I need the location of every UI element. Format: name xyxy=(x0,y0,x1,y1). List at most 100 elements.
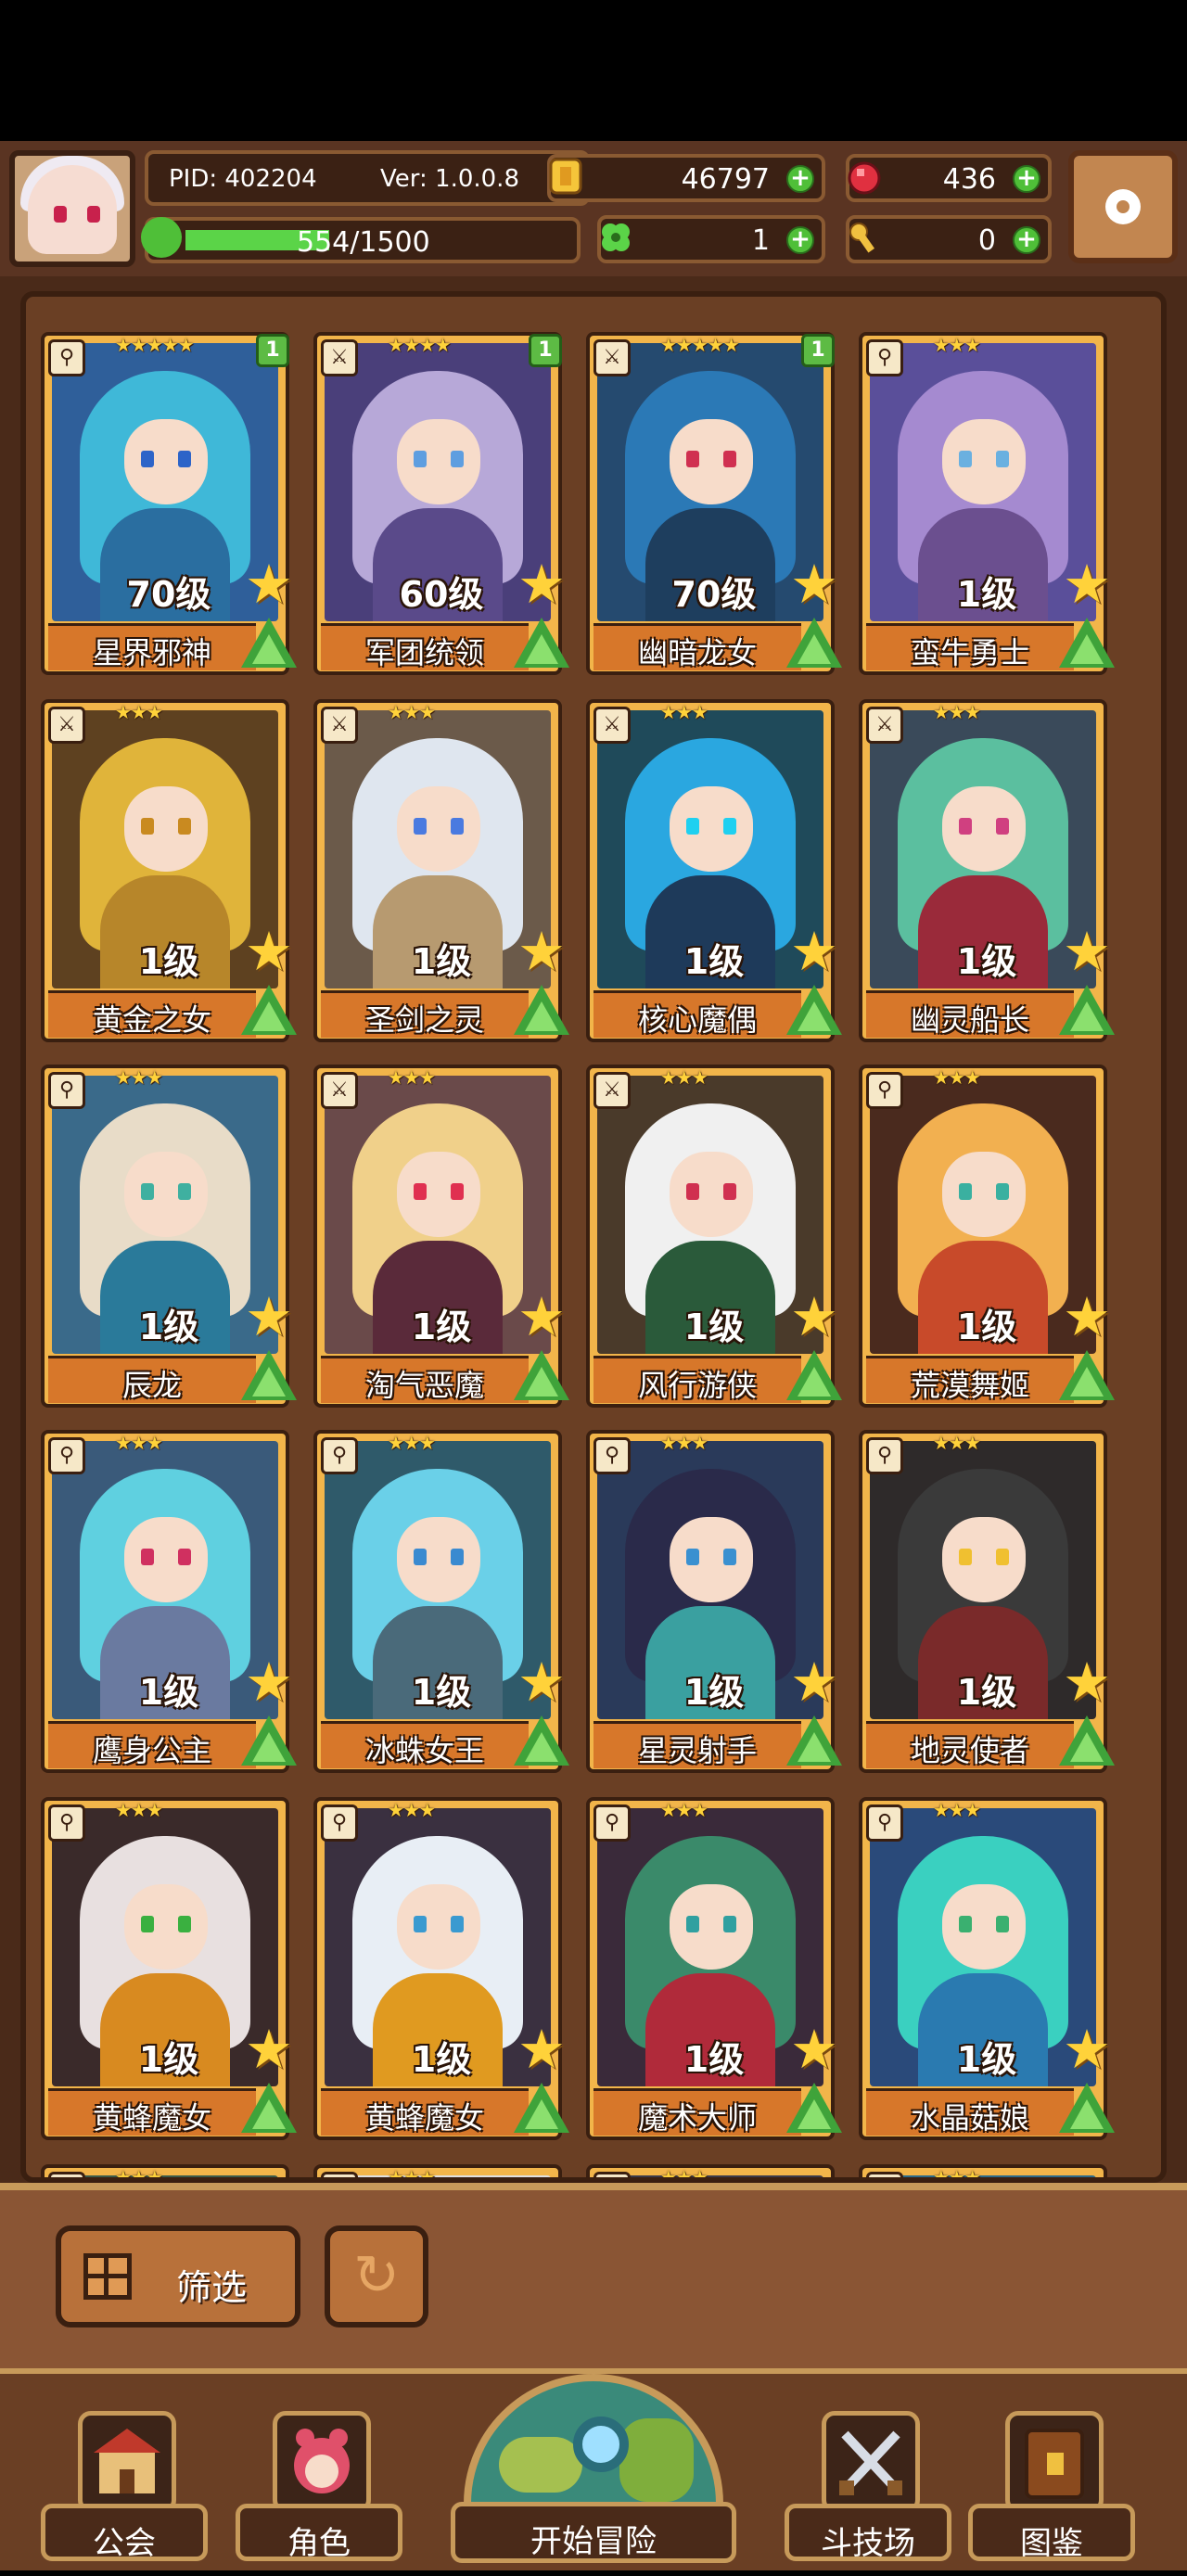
star-upgrade-icon[interactable]: ★ xyxy=(516,1655,568,1709)
star-upgrade-icon[interactable]: ★ xyxy=(243,557,295,611)
star-upgrade-icon[interactable]: ★ xyxy=(788,1290,840,1344)
star-upgrade-icon[interactable]: ★ xyxy=(1061,1290,1113,1344)
upgrade-arrow-icon[interactable] xyxy=(1059,985,1115,1035)
character-card[interactable]: ⚔ ★★★ 1级 圣剑之灵 ★ xyxy=(313,699,569,1042)
star-upgrade-icon[interactable]: ★ xyxy=(516,2022,568,2076)
upgrade-arrow-icon[interactable] xyxy=(786,2083,842,2133)
character-card-partial[interactable]: ⚲ ★★★ xyxy=(41,2164,289,2177)
coin-counter: 46797 + xyxy=(547,154,825,202)
add-coins-button[interactable]: + xyxy=(786,165,814,193)
star-upgrade-icon[interactable]: ★ xyxy=(516,557,568,611)
upgrade-arrow-icon[interactable] xyxy=(241,1715,297,1766)
coin-value: 46797 xyxy=(681,163,770,196)
upgrade-arrow-icon[interactable] xyxy=(241,985,297,1035)
star-upgrade-icon[interactable]: ★ xyxy=(788,2022,840,2076)
character-card[interactable]: ⚲ ★★★ 1级 冰蛛女王 ★ xyxy=(313,1430,569,1773)
upgrade-arrow-icon[interactable] xyxy=(786,1350,842,1400)
upgrade-arrow-icon[interactable] xyxy=(786,618,842,668)
portrait-eye xyxy=(723,1916,736,1932)
rarity-stars: ★★★ xyxy=(933,1066,981,1089)
filter-button[interactable]: 筛选 xyxy=(56,2225,300,2327)
upgrade-arrow-icon[interactable] xyxy=(514,2083,569,2133)
character-card[interactable]: ⚲ ★★★ 1级 魔术大师 ★ xyxy=(586,1797,842,2140)
portrait-face xyxy=(670,419,753,504)
upgrade-arrow-icon[interactable] xyxy=(241,2083,297,2133)
character-card[interactable]: ⚲ ★★★ 1级 黄蜂魔女 ★ xyxy=(41,1797,297,2140)
roster-grid[interactable]: ⚲ ★★★★★ 1 70级 星界邪神 ★ ⚔ ★★★★ 1 60级 军团统领 ★ ⚔ ★★★★★ 1 70级幽… xyxy=(20,291,1167,2183)
upgrade-arrow-icon[interactable] xyxy=(1059,2083,1115,2133)
character-card[interactable]: ⚲ ★★★★★ 1 70级 星界邪神 ★ xyxy=(41,332,297,675)
upgrade-arrow-icon[interactable] xyxy=(786,1715,842,1766)
player-avatar[interactable] xyxy=(9,150,135,267)
character-card-partial[interactable]: ⚲ ★★★ xyxy=(859,2164,1107,2177)
ruby-icon xyxy=(848,161,881,195)
character-portrait xyxy=(52,2175,278,2177)
star-upgrade-icon[interactable]: ★ xyxy=(1061,1655,1113,1709)
character-card[interactable]: ⚲ ★★★ 1级 黄蜂魔女 ★ xyxy=(313,1797,569,2140)
star-upgrade-icon[interactable]: ★ xyxy=(243,2022,295,2076)
nav-tab-codex[interactable]: 图鉴 xyxy=(968,2411,1135,2569)
name-plate: 辰龙 xyxy=(48,1356,256,1403)
refresh-button[interactable]: ↻ xyxy=(325,2225,428,2327)
character-card[interactable]: ⚔ ★★★ 1级 风行游侠 ★ xyxy=(586,1065,842,1408)
star-upgrade-icon[interactable]: ★ xyxy=(788,1655,840,1709)
character-card[interactable]: ⚔ ★★★★★ 1 70级 幽暗龙女 ★ xyxy=(586,332,842,675)
star-upgrade-icon[interactable]: ★ xyxy=(243,1655,295,1709)
star-upgrade-icon[interactable]: ★ xyxy=(516,925,568,978)
start-adventure-button[interactable]: 开始冒险 xyxy=(451,2374,736,2576)
bottom-navigation: 公会 角色 开始冒险 斗技场 图鉴 xyxy=(0,2368,1187,2570)
portrait-face xyxy=(670,1152,753,1237)
upgrade-arrow-icon[interactable] xyxy=(1059,1715,1115,1766)
upgrade-arrow-icon[interactable] xyxy=(241,1350,297,1400)
character-card[interactable]: ⚲ ★★★ 1级 地灵使者 ★ xyxy=(859,1430,1115,1773)
character-card[interactable]: ⚔ ★★★★ 1 60级 军团统领 ★ xyxy=(313,332,569,675)
upgrade-arrow-icon[interactable] xyxy=(514,1350,569,1400)
star-upgrade-icon[interactable]: ★ xyxy=(243,925,295,978)
upgrade-arrow-icon[interactable] xyxy=(1059,1350,1115,1400)
star-upgrade-icon[interactable]: ★ xyxy=(1061,925,1113,978)
star-upgrade-icon[interactable]: ★ xyxy=(1061,2022,1113,2076)
upgrade-arrow-icon[interactable] xyxy=(514,985,569,1035)
character-card-partial[interactable]: ⚲ ★★★ xyxy=(586,2164,835,2177)
character-name: 荒漠舞姬 xyxy=(910,1368,1029,1403)
character-card[interactable]: ⚲ ★★★ 1级 星灵射手 ★ xyxy=(586,1430,842,1773)
character-card[interactable]: ⚲ ★★★ 1级 鹰身公主 ★ xyxy=(41,1430,297,1773)
character-card[interactable]: ⚲ ★★★ 1级 蛮牛勇士 ★ xyxy=(859,332,1115,675)
add-keys-button[interactable]: + xyxy=(1013,226,1040,254)
character-card[interactable]: ⚲ ★★★ 1级 水晶菇娘 ★ xyxy=(859,1797,1115,2140)
character-name: 魔术大师 xyxy=(637,2100,757,2136)
portrait-eye xyxy=(686,451,699,467)
add-clovers-button[interactable]: + xyxy=(786,226,814,254)
nav-tab-characters[interactable]: 角色 xyxy=(236,2411,402,2569)
star-upgrade-icon[interactable]: ★ xyxy=(1061,557,1113,611)
character-card[interactable]: ⚔ ★★★ 1级 幽灵船长 ★ xyxy=(859,699,1115,1042)
portrait-eye xyxy=(686,1183,699,1200)
name-plate: 星灵射手 xyxy=(594,1721,801,1768)
player-info-panel: PID: 402204 Ver: 1.0.0.8 xyxy=(145,150,590,206)
weapon-type-icon: ⚔ xyxy=(321,1072,358,1109)
upgrade-arrow-icon[interactable] xyxy=(1059,618,1115,668)
star-upgrade-icon[interactable]: ★ xyxy=(788,557,840,611)
rarity-stars: ★★★ xyxy=(388,1432,436,1454)
settings-button[interactable] xyxy=(1068,150,1178,263)
character-card-partial[interactable]: ⚲ ★★★ xyxy=(313,2164,562,2177)
character-card[interactable]: ⚔ ★★★ 1级 黄金之女 ★ xyxy=(41,699,297,1042)
upgrade-arrow-icon[interactable] xyxy=(514,618,569,668)
nav-tab-arena[interactable]: 斗技场 xyxy=(785,2411,951,2569)
star-upgrade-icon[interactable]: ★ xyxy=(788,925,840,978)
portrait-face xyxy=(942,1152,1026,1237)
upgrade-arrow-icon[interactable] xyxy=(514,1715,569,1766)
character-card[interactable]: ⚔ ★★★ 1级 核心魔偶 ★ xyxy=(586,699,842,1042)
upgrade-arrow-icon[interactable] xyxy=(786,985,842,1035)
star-upgrade-icon[interactable]: ★ xyxy=(516,1290,568,1344)
character-card[interactable]: ⚲ ★★★ 1级 荒漠舞姬 ★ xyxy=(859,1065,1115,1408)
star-upgrade-icon[interactable]: ★ xyxy=(243,1290,295,1344)
name-plate: 幽灵船长 xyxy=(866,990,1074,1038)
character-card[interactable]: ⚲ ★★★ 1级 辰龙 ★ xyxy=(41,1065,297,1408)
nav-tab-guild[interactable]: 公会 xyxy=(41,2411,208,2569)
portrait-eye xyxy=(959,1916,972,1932)
character-name: 黄蜂魔女 xyxy=(92,2100,211,2136)
add-gems-button[interactable]: + xyxy=(1013,165,1040,193)
character-card[interactable]: ⚔ ★★★ 1级 淘气恶魔 ★ xyxy=(313,1065,569,1408)
upgrade-arrow-icon[interactable] xyxy=(241,618,297,668)
